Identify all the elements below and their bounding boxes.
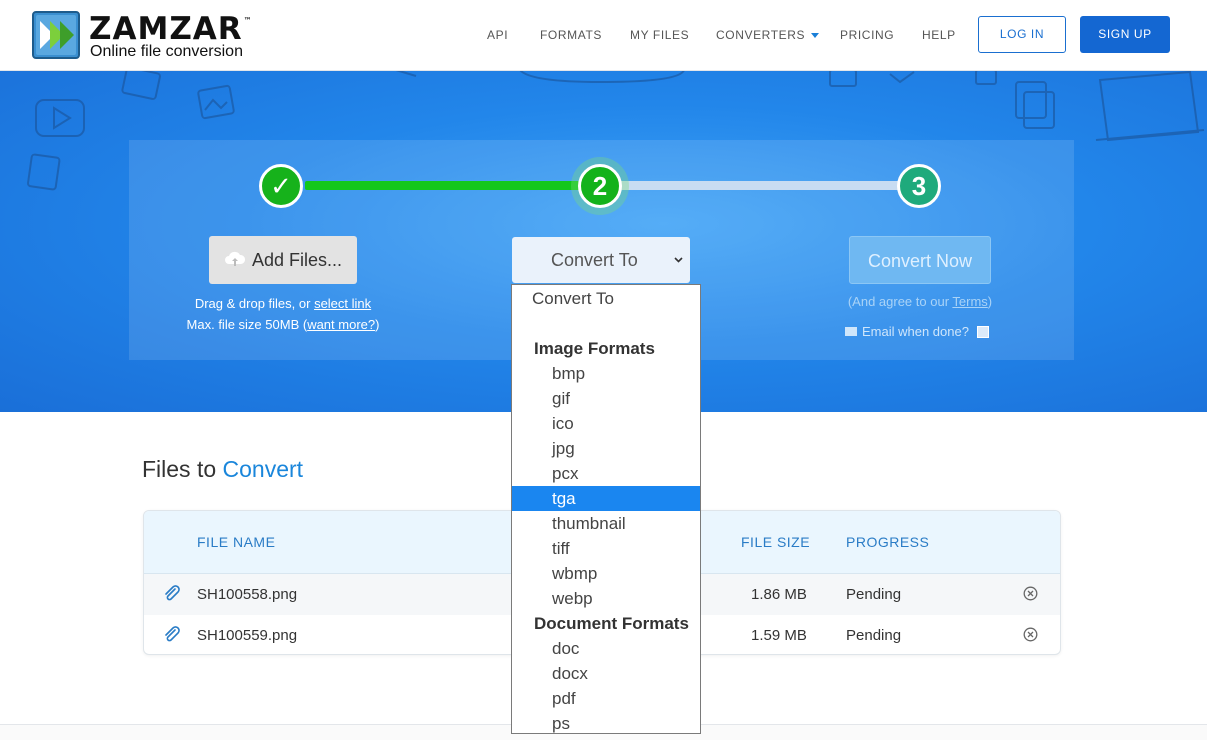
login-button[interactable]: LOG IN <box>978 16 1066 53</box>
column-progress: PROGRESS <box>846 534 930 550</box>
file-size: 1.59 MB <box>751 627 807 644</box>
zamzar-logo[interactable]: ZAMZAR™ Online file conversion <box>32 11 252 61</box>
step-3-pending: 3 <box>897 164 941 208</box>
want-more-link[interactable]: want more? <box>307 317 375 332</box>
column-file-name: FILE NAME <box>197 534 276 550</box>
file-name: SH100558.png <box>197 586 298 603</box>
option-pcx[interactable]: pcx <box>512 461 700 486</box>
files-title-prefix: Files to <box>142 456 223 482</box>
drag-drop-hint: Drag & drop files, or select link <box>160 296 406 311</box>
files-title-accent: Convert <box>222 456 304 482</box>
option-bmp[interactable]: bmp <box>512 361 700 386</box>
max-size-hint: Max. file size 50MB (want more?) <box>160 317 406 332</box>
option-pdf[interactable]: pdf <box>512 686 700 711</box>
caret-down-icon <box>811 33 820 39</box>
option-group-image-formats: Image Formats <box>534 339 655 358</box>
terms-notice: (And agree to our Terms) <box>830 294 1010 309</box>
paperclip-icon <box>165 626 180 642</box>
option-thumbnail[interactable]: thumbnail <box>512 511 700 536</box>
nav-formats[interactable]: FORMATS <box>540 28 602 42</box>
option-convert-to[interactable]: Convert To <box>512 286 700 311</box>
option-webp[interactable]: webp <box>512 586 700 611</box>
option-ps[interactable]: ps <box>512 711 700 733</box>
nav-pricing[interactable]: PRICING <box>840 28 894 42</box>
email-when-done-checkbox[interactable] <box>976 325 989 338</box>
paperclip-icon <box>165 585 180 601</box>
option-group-document-formats: Document Formats <box>534 614 689 633</box>
option-docx[interactable]: docx <box>512 661 700 686</box>
file-size: 1.86 MB <box>751 586 807 603</box>
nav-help[interactable]: HELP <box>922 28 956 42</box>
max-size-suffix: ) <box>375 317 380 332</box>
email-when-done-option: Email when done? <box>845 324 989 339</box>
remove-file-icon[interactable] <box>1023 586 1038 601</box>
files-section-title: Files to Convert <box>142 456 303 483</box>
brand-name: ZAMZAR™ <box>89 11 253 47</box>
file-progress: Pending <box>846 586 902 603</box>
step-progress-completed <box>305 181 580 190</box>
option-wbmp[interactable]: wbmp <box>512 561 700 586</box>
convert-now-button[interactable]: Convert Now <box>849 236 991 284</box>
convert-to-selected-value: Convert To <box>551 250 638 270</box>
chevron-down-icon <box>674 257 683 263</box>
add-files-button[interactable]: Add Files... <box>209 236 357 284</box>
nav-converters-label: CONVERTERS <box>716 28 806 42</box>
step-progress-remaining <box>620 181 900 190</box>
option-jpg[interactable]: jpg <box>512 436 700 461</box>
cloud-upload-icon <box>224 252 245 267</box>
terms-suffix: ) <box>987 294 993 309</box>
site-header: ZAMZAR™ Online file conversion API FORMA… <box>0 0 1207 71</box>
drag-drop-text: Drag & drop files, or <box>194 296 315 311</box>
brand-tagline: Online file conversion <box>90 43 243 60</box>
signup-button[interactable]: SIGN UP <box>1080 16 1170 53</box>
envelope-icon <box>845 326 857 336</box>
step-1-complete: ✓ <box>259 164 303 208</box>
zamzar-logo-icon <box>32 11 80 59</box>
option-doc[interactable]: doc <box>512 636 700 661</box>
option-tiff[interactable]: tiff <box>512 536 700 561</box>
nav-converters[interactable]: CONVERTERS <box>716 28 820 42</box>
option-tga[interactable]: tga <box>512 486 700 511</box>
select-link[interactable]: select link <box>314 296 371 311</box>
option-ico[interactable]: ico <box>512 411 700 436</box>
remove-file-icon[interactable] <box>1023 627 1038 642</box>
file-progress: Pending <box>846 627 902 644</box>
max-size-text: Max. file size 50MB ( <box>186 317 308 332</box>
option-spacer <box>512 311 700 336</box>
option-gif[interactable]: gif <box>512 386 700 411</box>
convert-to-select[interactable]: Convert To <box>512 237 690 283</box>
email-when-done-label: Email when done? <box>862 324 969 339</box>
terms-link[interactable]: Terms <box>952 294 987 309</box>
checkmark-icon: ✓ <box>270 171 292 201</box>
step-2-current: 2 <box>578 164 622 208</box>
nav-my-files[interactable]: MY FILES <box>630 28 689 42</box>
nav-api[interactable]: API <box>487 28 508 42</box>
terms-prefix: (And agree to our <box>847 294 953 309</box>
column-file-size: FILE SIZE <box>741 534 811 550</box>
add-files-label: Add Files... <box>251 250 343 270</box>
convert-to-options-list[interactable]: Convert To Image Formats bmp gif ico jpg pcx tg… <box>511 284 701 734</box>
file-name: SH100559.png <box>197 627 298 644</box>
